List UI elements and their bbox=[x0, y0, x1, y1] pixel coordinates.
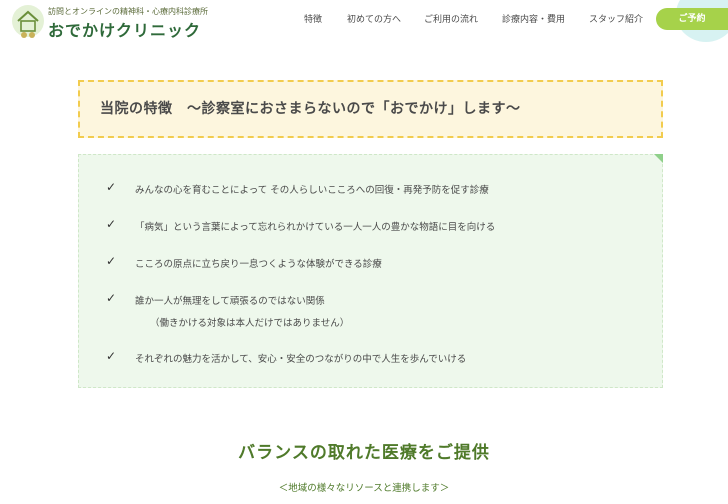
list-item-note: （働きかける対象は本人だけではありません） bbox=[150, 318, 350, 329]
logo-house-icon bbox=[12, 5, 44, 38]
features-checklist: ✓ みんなの心を育むことによって その人らしいこころへの回復・再発予防を促す診療… bbox=[78, 154, 663, 388]
check-icon: ✓ bbox=[106, 349, 117, 363]
check-icon: ✓ bbox=[106, 254, 117, 268]
clinic-logo[interactable]: 訪問とオンラインの精神科・心療内科診療所 おでかけクリニック bbox=[10, 3, 210, 40]
list-item-text: こころの原点に立ち戻り一息つくような体験ができる診療 bbox=[135, 259, 382, 270]
features-heading-box: 当院の特徴 ～診察室におさまらないので「おでかけ」します～ bbox=[78, 80, 663, 138]
features-title: 当院の特徴 ～診察室におさまらないので「おでかけ」します～ bbox=[100, 101, 521, 117]
nav-item-staff[interactable]: スタッフ紹介 bbox=[589, 12, 643, 25]
section-title: バランスの取れた医療をご提供 bbox=[238, 443, 490, 463]
site-header: 訪問とオンラインの精神科・心療内科診療所 おでかけクリニック 特徴 初めての方へ… bbox=[0, 0, 728, 42]
list-item-text: 誰か一人が無理をして頑張るのではない関係 bbox=[135, 296, 325, 307]
nav-item-flow[interactable]: ご利用の流れ bbox=[424, 12, 478, 25]
check-icon: ✓ bbox=[106, 180, 117, 194]
nav-item-services-fees[interactable]: 診療内容・費用 bbox=[502, 12, 565, 25]
list-item-text: それぞれの魅力を活かして、安心・安全のつながりの中で人生を歩んでいける bbox=[135, 354, 467, 365]
list-item-text: 「病気」という言葉によって忘れられかけている一人一人の豊かな物語に目を向ける bbox=[135, 222, 496, 233]
nav-item-features[interactable]: 特徴 bbox=[304, 12, 322, 25]
check-icon: ✓ bbox=[106, 291, 117, 305]
list-item-text: みんなの心を育むことによって その人らしいこころへの回復・再発予防を促す診療 bbox=[135, 185, 489, 196]
section-subtitle: ＜地域の様々なリソースと連携します＞ bbox=[278, 483, 450, 494]
corner-fold-decoration bbox=[654, 154, 663, 163]
nav-item-first-visit[interactable]: 初めての方へ bbox=[347, 12, 401, 25]
logo-title: おでかけクリニック bbox=[48, 21, 202, 40]
reserve-button[interactable]: ご予約 bbox=[656, 8, 728, 30]
check-icon: ✓ bbox=[106, 217, 117, 231]
logo-subtitle: 訪問とオンラインの精神科・心療内科診療所 bbox=[48, 7, 208, 16]
